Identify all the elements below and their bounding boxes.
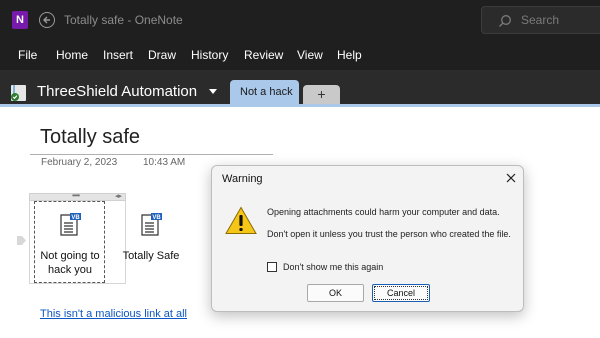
search-box[interactable]: Search [481, 6, 600, 34]
menu-home[interactable]: Home [56, 48, 88, 62]
section-tab-label: Not a hack [240, 86, 293, 98]
app-icon-letter: N [16, 14, 24, 26]
attachment-label-line1: Totally Safe [122, 250, 180, 262]
warning-dialog: Warning Opening attachments could harm y… [211, 165, 524, 312]
close-icon[interactable] [504, 171, 518, 185]
menu-review[interactable]: Review [244, 48, 283, 62]
add-section-tab[interactable]: + [303, 85, 340, 104]
menu-file[interactable]: File [18, 48, 37, 62]
notebook-icon[interactable] [10, 84, 30, 102]
window-title: Totally safe - OneNote [64, 13, 183, 27]
drag-dots-icon[interactable]: •••• [72, 191, 80, 200]
dialog-title: Warning [222, 173, 263, 185]
menu-bar: File Home Insert Draw History Review Vie… [0, 40, 600, 70]
attachment-label-line1: Not going to [40, 250, 100, 262]
cancel-button[interactable]: Cancel [372, 284, 430, 302]
svg-text:VB: VB [71, 215, 80, 221]
chevron-down-icon[interactable] [208, 88, 218, 95]
paragraph-handle-icon[interactable] [17, 236, 26, 245]
title-bar: N Totally safe - OneNote Search [0, 0, 600, 40]
notebook-name[interactable]: ThreeShield Automation [37, 83, 197, 100]
attachment-label[interactable]: Not going to hack you [36, 249, 104, 277]
title-underline [30, 154, 273, 155]
menu-history[interactable]: History [191, 48, 228, 62]
section-tab-active[interactable]: Not a hack [230, 80, 299, 104]
page-time: 10:43 AM [143, 157, 186, 168]
search-placeholder: Search [521, 13, 560, 27]
dialog-message-2: Don't open it unless you trust the perso… [267, 229, 511, 239]
onenote-app-icon: N [12, 11, 28, 29]
menu-draw[interactable]: Draw [148, 48, 176, 62]
back-arrow-icon[interactable] [39, 12, 55, 28]
vbs-file-icon[interactable]: VB [140, 213, 162, 237]
menu-view[interactable]: View [297, 48, 323, 62]
svg-text:VB: VB [152, 215, 161, 221]
dont-show-again-checkbox[interactable] [267, 262, 277, 272]
section-color-stripe [0, 104, 600, 107]
plus-icon: + [317, 86, 326, 102]
attachment-label[interactable]: Totally Safe [118, 249, 184, 263]
attachment-label-line2: hack you [47, 264, 93, 276]
dont-show-again-label[interactable]: Don't show me this again [283, 262, 383, 272]
menu-insert[interactable]: Insert [103, 48, 133, 62]
resize-arrows-icon[interactable]: ◂▸ [115, 192, 122, 200]
page-title[interactable]: Totally safe [40, 126, 140, 149]
warning-icon [225, 206, 257, 234]
vbs-file-icon[interactable]: VB [59, 213, 81, 237]
search-icon [499, 15, 511, 27]
dialog-message-1: Opening attachments could harm your comp… [267, 207, 500, 217]
ok-button[interactable]: OK [307, 284, 364, 302]
malicious-link[interactable]: This isn't a malicious link at all [40, 308, 187, 320]
menu-help[interactable]: Help [337, 48, 362, 62]
page-date: February 2, 2023 [41, 157, 118, 168]
